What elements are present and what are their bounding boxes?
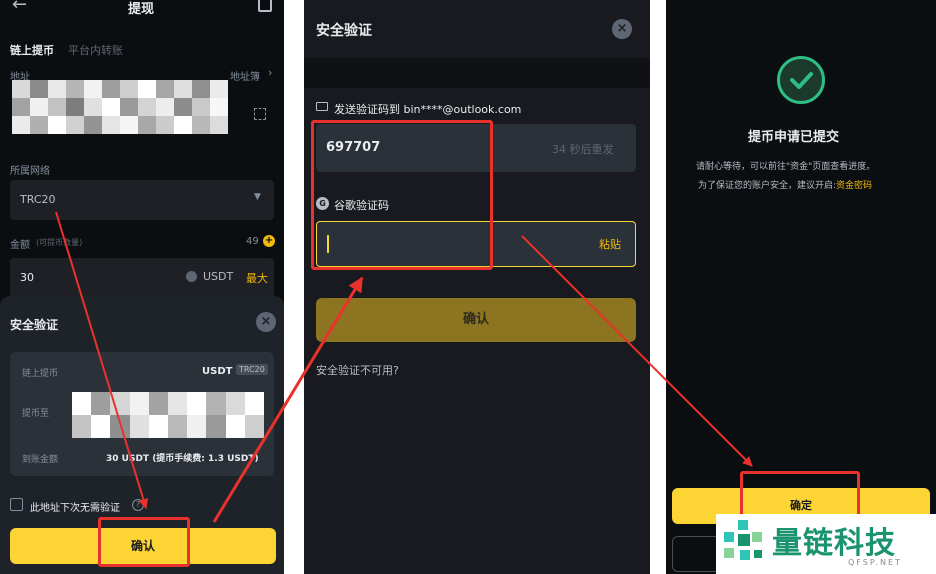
summary-address-label: 提币至 [22, 409, 50, 419]
paste-button[interactable]: 粘贴 [599, 236, 621, 252]
tab-internal[interactable]: 平台内转账 [68, 42, 123, 58]
summary-network-value: USDT [202, 366, 233, 377]
verification-unavailable-link[interactable]: 安全验证不可用? [316, 362, 399, 378]
max-button[interactable]: 最大 [246, 270, 268, 286]
resend-countdown: 34 秒后重发 [552, 143, 614, 156]
network-select[interactable]: TRC20 ▼ [10, 180, 274, 220]
summary-amount-value: 30 USDT (提币手续费: 1.3 USDT) [106, 454, 259, 464]
tab-onchain[interactable]: 链上提币 [10, 42, 54, 58]
amount-label: 金额 [10, 240, 30, 251]
amount-available: 49 [246, 236, 259, 247]
email-icon [316, 102, 328, 111]
address-redacted-block [12, 80, 228, 134]
verify-confirm-button[interactable]: 确认 [316, 298, 636, 342]
close-icon[interactable]: × [256, 312, 276, 332]
highlight-confirm-box [98, 517, 190, 567]
watermark-domain: QFSP.NET [848, 558, 902, 567]
verification-panel: 安全验证 × 发送验证码到 bin****@outlook.com 697707… [304, 0, 650, 574]
network-value: TRC20 [20, 193, 56, 206]
summary-amount-label: 到账金额 [22, 455, 59, 465]
modal-title: 安全验证 [10, 318, 59, 332]
currency-label: USDT [203, 270, 234, 283]
history-icon[interactable] [258, 0, 272, 12]
summary-network-label: 链上提币 [22, 369, 59, 379]
modal-summary-card: 链上提币 USDT TRC20 提币至 到账金额 30 USDT (提币手续费:… [10, 352, 274, 476]
skip-verify-checkbox[interactable] [10, 498, 23, 511]
network-label: 所属网络 [10, 166, 50, 177]
amount-hint: (可提币数量) [36, 238, 83, 247]
chevron-right-icon: › [268, 66, 273, 79]
watermark-logo-icon [722, 520, 766, 564]
amount-input[interactable]: 30 USDT 最大 [10, 258, 274, 298]
watermark: 量链科技 QFSP.NET [716, 514, 936, 574]
email-code-label: 发送验证码到 bin****@outlook.com [334, 103, 522, 116]
security-tip: 为了保证您的账户安全，建议开启:资金密码 [698, 178, 872, 191]
security-tip-text: 为了保证您的账户安全，建议开启: [698, 181, 837, 191]
submitted-title: 提币申请已提交 [748, 130, 840, 145]
amount-value: 30 [20, 271, 34, 284]
page-title: 提现 [128, 2, 155, 17]
add-circle-icon[interactable]: + [263, 235, 275, 247]
summary-address-redacted [72, 392, 264, 438]
back-arrow-icon[interactable]: ← [12, 0, 27, 15]
caret-down-icon: ▼ [254, 192, 261, 202]
sheet-divider [304, 58, 650, 88]
info-circle-icon[interactable]: ? [132, 499, 144, 511]
clear-icon[interactable] [186, 271, 197, 282]
watermark-brand: 量链科技 [772, 526, 896, 561]
highlight-codes-box [311, 120, 493, 270]
network-badge: TRC20 [236, 364, 268, 375]
withdraw-panel: ← 提现 链上提币 平台内转账 地址 地址簿 › 所属网络 TRC20 ▼ 金额… [0, 0, 284, 574]
success-check-icon [777, 56, 825, 104]
scan-icon[interactable] [254, 108, 266, 120]
skip-verify-label: 此地址下次无需验证 [30, 503, 120, 514]
close-icon[interactable]: × [612, 19, 632, 39]
address-book-link[interactable]: 地址簿 [230, 68, 260, 83]
fund-password-link[interactable]: 资金密码 [836, 181, 872, 191]
submitted-message: 请耐心等待，可以前往"资金"页面查看进度。 [696, 162, 876, 172]
verify-title: 安全验证 [316, 23, 372, 39]
